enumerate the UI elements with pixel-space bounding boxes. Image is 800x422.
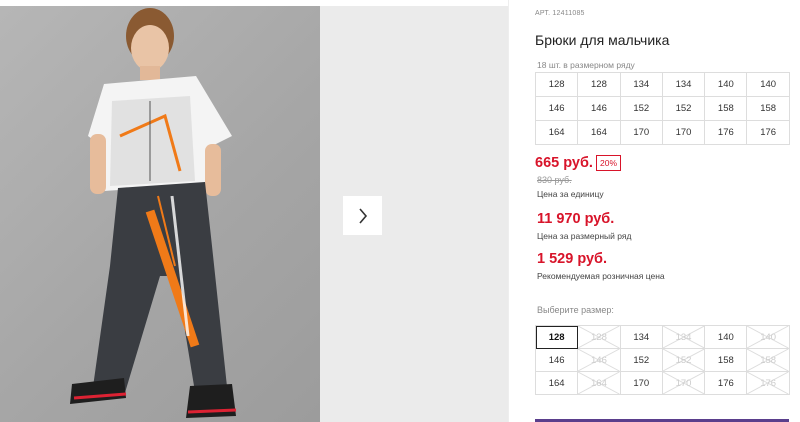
size-option[interactable]: 170 [620,372,663,395]
size-range-cell: 176 [705,121,748,145]
size-option-unavailable: 164 [578,372,621,395]
discount-badge: 20% [596,155,622,171]
size-option-label: 146 [591,354,607,366]
size-option-label: 134 [675,331,692,343]
size-option-label: 146 [548,354,565,366]
size-range-cell: 164 [578,121,621,145]
size-option[interactable]: 140 [705,326,748,349]
product-page: АРТ. 12411085 Брюки для мальчика 18 шт. … [0,0,800,422]
size-range-cell: 158 [705,97,748,121]
size-option-label: 152 [633,354,650,366]
size-option-label: 170 [633,377,650,389]
size-range-cell: 140 [747,73,790,97]
size-range-caption: 18 шт. в размерном ряду [537,60,635,70]
size-option-label: 152 [675,354,692,366]
size-option-label: 158 [760,354,777,366]
product-title: Брюки для мальчика [535,32,670,48]
size-option[interactable]: 164 [536,372,579,395]
size-option[interactable]: 134 [620,326,663,349]
article-number: АРТ. 12411085 [535,10,585,17]
size-option-label: 140 [760,331,777,343]
size-option-unavailable: 158 [747,349,790,372]
size-option-label: 176 [760,377,777,389]
size-range-cell: 170 [620,121,663,145]
size-range-cell: 176 [747,121,790,145]
size-option-label: 170 [675,377,692,389]
size-option[interactable]: 152 [620,349,663,372]
size-option-unavailable: 176 [747,372,790,395]
old-price: 830 руб. [537,175,572,185]
size-range-cell: 140 [705,73,748,97]
size-option-label: 176 [717,377,734,389]
size-option-label: 158 [717,354,734,366]
size-option-selected[interactable]: 128 [536,326,579,349]
size-option-unavailable: 146 [578,349,621,372]
retail-price: 1 529 руб. [537,251,608,267]
unit-price: 665 руб. [535,155,593,171]
choose-size-caption: Выберите размер: [537,305,614,315]
size-range-table: 128 128 134 134 140 140 146 146 152 152 158 158 164 1… [535,72,790,145]
size-option[interactable]: 158 [705,349,748,372]
size-range-cell: 164 [536,121,579,145]
size-range-cell: 152 [620,97,663,121]
product-photo [0,6,320,422]
size-range-cell: 128 [536,73,579,97]
range-price: 11 970 руб. [537,211,615,227]
size-range-cell: 152 [662,97,706,121]
size-range-cell: 158 [747,97,790,121]
size-option-unavailable: 134 [662,326,706,349]
size-option-label: 128 [548,331,565,343]
size-option-unavailable: 128 [578,326,621,349]
boy-model-image [70,8,237,418]
size-range-cell: 146 [578,97,621,121]
size-range-cell: 128 [578,73,621,97]
unit-price-caption: Цена за единицу [537,189,604,199]
divider [508,0,509,422]
size-option-unavailable: 140 [747,326,790,349]
range-price-caption: Цена за размерный ряд [537,231,632,241]
size-option[interactable]: 176 [705,372,748,395]
gallery-next-button[interactable] [343,196,382,235]
size-option-label: 164 [591,377,607,389]
size-option-unavailable: 152 [662,349,706,372]
size-option-label: 128 [591,331,607,343]
size-option-label: 134 [633,331,650,343]
size-range-cell: 134 [620,73,663,97]
retail-price-caption: Рекомендуемая розничная цена [537,271,665,281]
chevron-right-icon [358,207,367,224]
size-range-cell: 170 [662,121,706,145]
size-picker: 128 128 134 134 140 140 146 146 152 152 158 158 164 1… [535,325,790,395]
size-option-label: 140 [717,331,734,343]
size-option-label: 164 [548,377,565,389]
size-range-cell: 146 [536,97,579,121]
size-range-cell: 134 [662,73,706,97]
size-option[interactable]: 146 [536,349,579,372]
size-option-unavailable: 170 [662,372,706,395]
